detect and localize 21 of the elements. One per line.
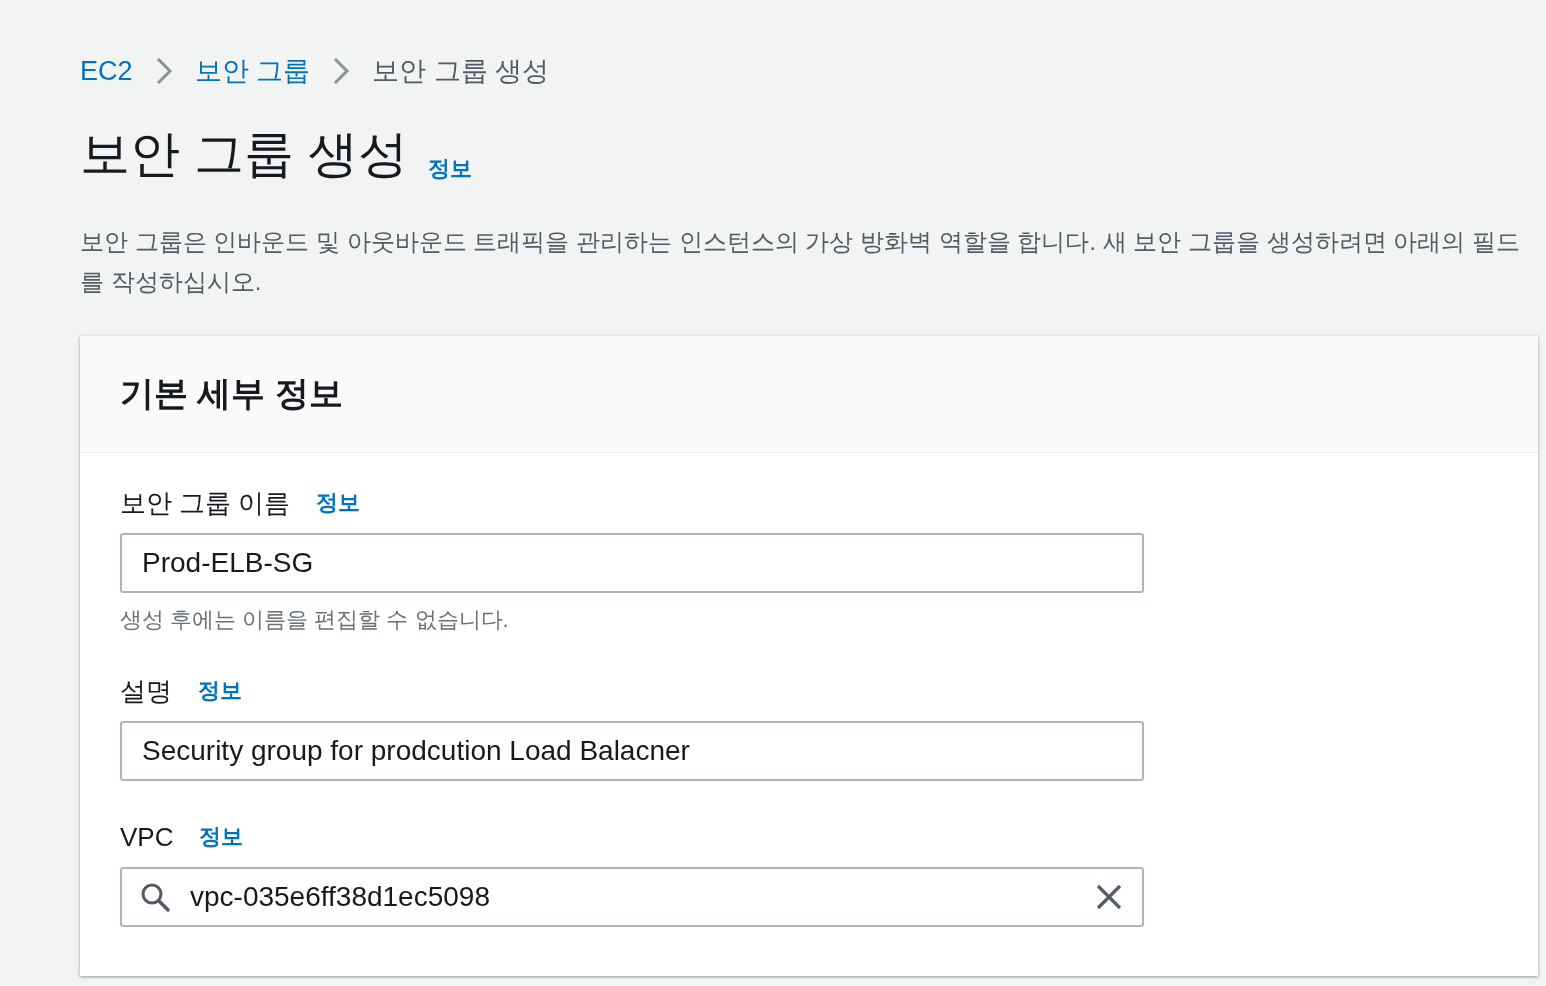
breadcrumb-link[interactable]: 보안 그룹 bbox=[194, 53, 311, 89]
chevron-right-icon bbox=[332, 56, 351, 86]
info-link[interactable]: 정보 bbox=[198, 676, 242, 706]
info-link[interactable]: 정보 bbox=[427, 154, 472, 184]
breadcrumb-current: 보안 그룹 생성 bbox=[372, 55, 550, 88]
field-label: VPC bbox=[120, 821, 174, 853]
search-icon bbox=[140, 882, 170, 912]
page-description: 보안 그룹은 인바운드 및 아웃바운드 트래픽을 관리하는 인스턴스의 가상 방화벽 역할을 합니다. 새 보안 그룹을 생성하려면 아래의 필드를 작성하십시오. bbox=[80, 227, 1522, 297]
panel-title: 기본 세부 정보 bbox=[120, 373, 343, 414]
field-label: 보안 그룹 이름 bbox=[120, 486, 291, 520]
text-input-field[interactable]: Security group for prodcution Load Balacner bbox=[120, 721, 1144, 781]
text-input-field[interactable]: Prod-ELB-SG bbox=[120, 533, 1144, 593]
vpc-search-field[interactable]: vpc-035e6ff38d1ec5098 bbox=[120, 867, 1144, 927]
breadcrumb-link[interactable]: EC2 bbox=[80, 55, 133, 87]
field-hint: 생성 후에는 이름을 편집할 수 없습니다. bbox=[120, 606, 510, 634]
page-title: 보안 그룹 생성 bbox=[80, 125, 408, 184]
chevron-right-icon bbox=[154, 56, 173, 86]
info-link[interactable]: 정보 bbox=[199, 822, 244, 852]
field-label: 설명 bbox=[120, 674, 172, 708]
info-link[interactable]: 정보 bbox=[316, 488, 361, 518]
clear-icon[interactable] bbox=[1096, 884, 1122, 910]
